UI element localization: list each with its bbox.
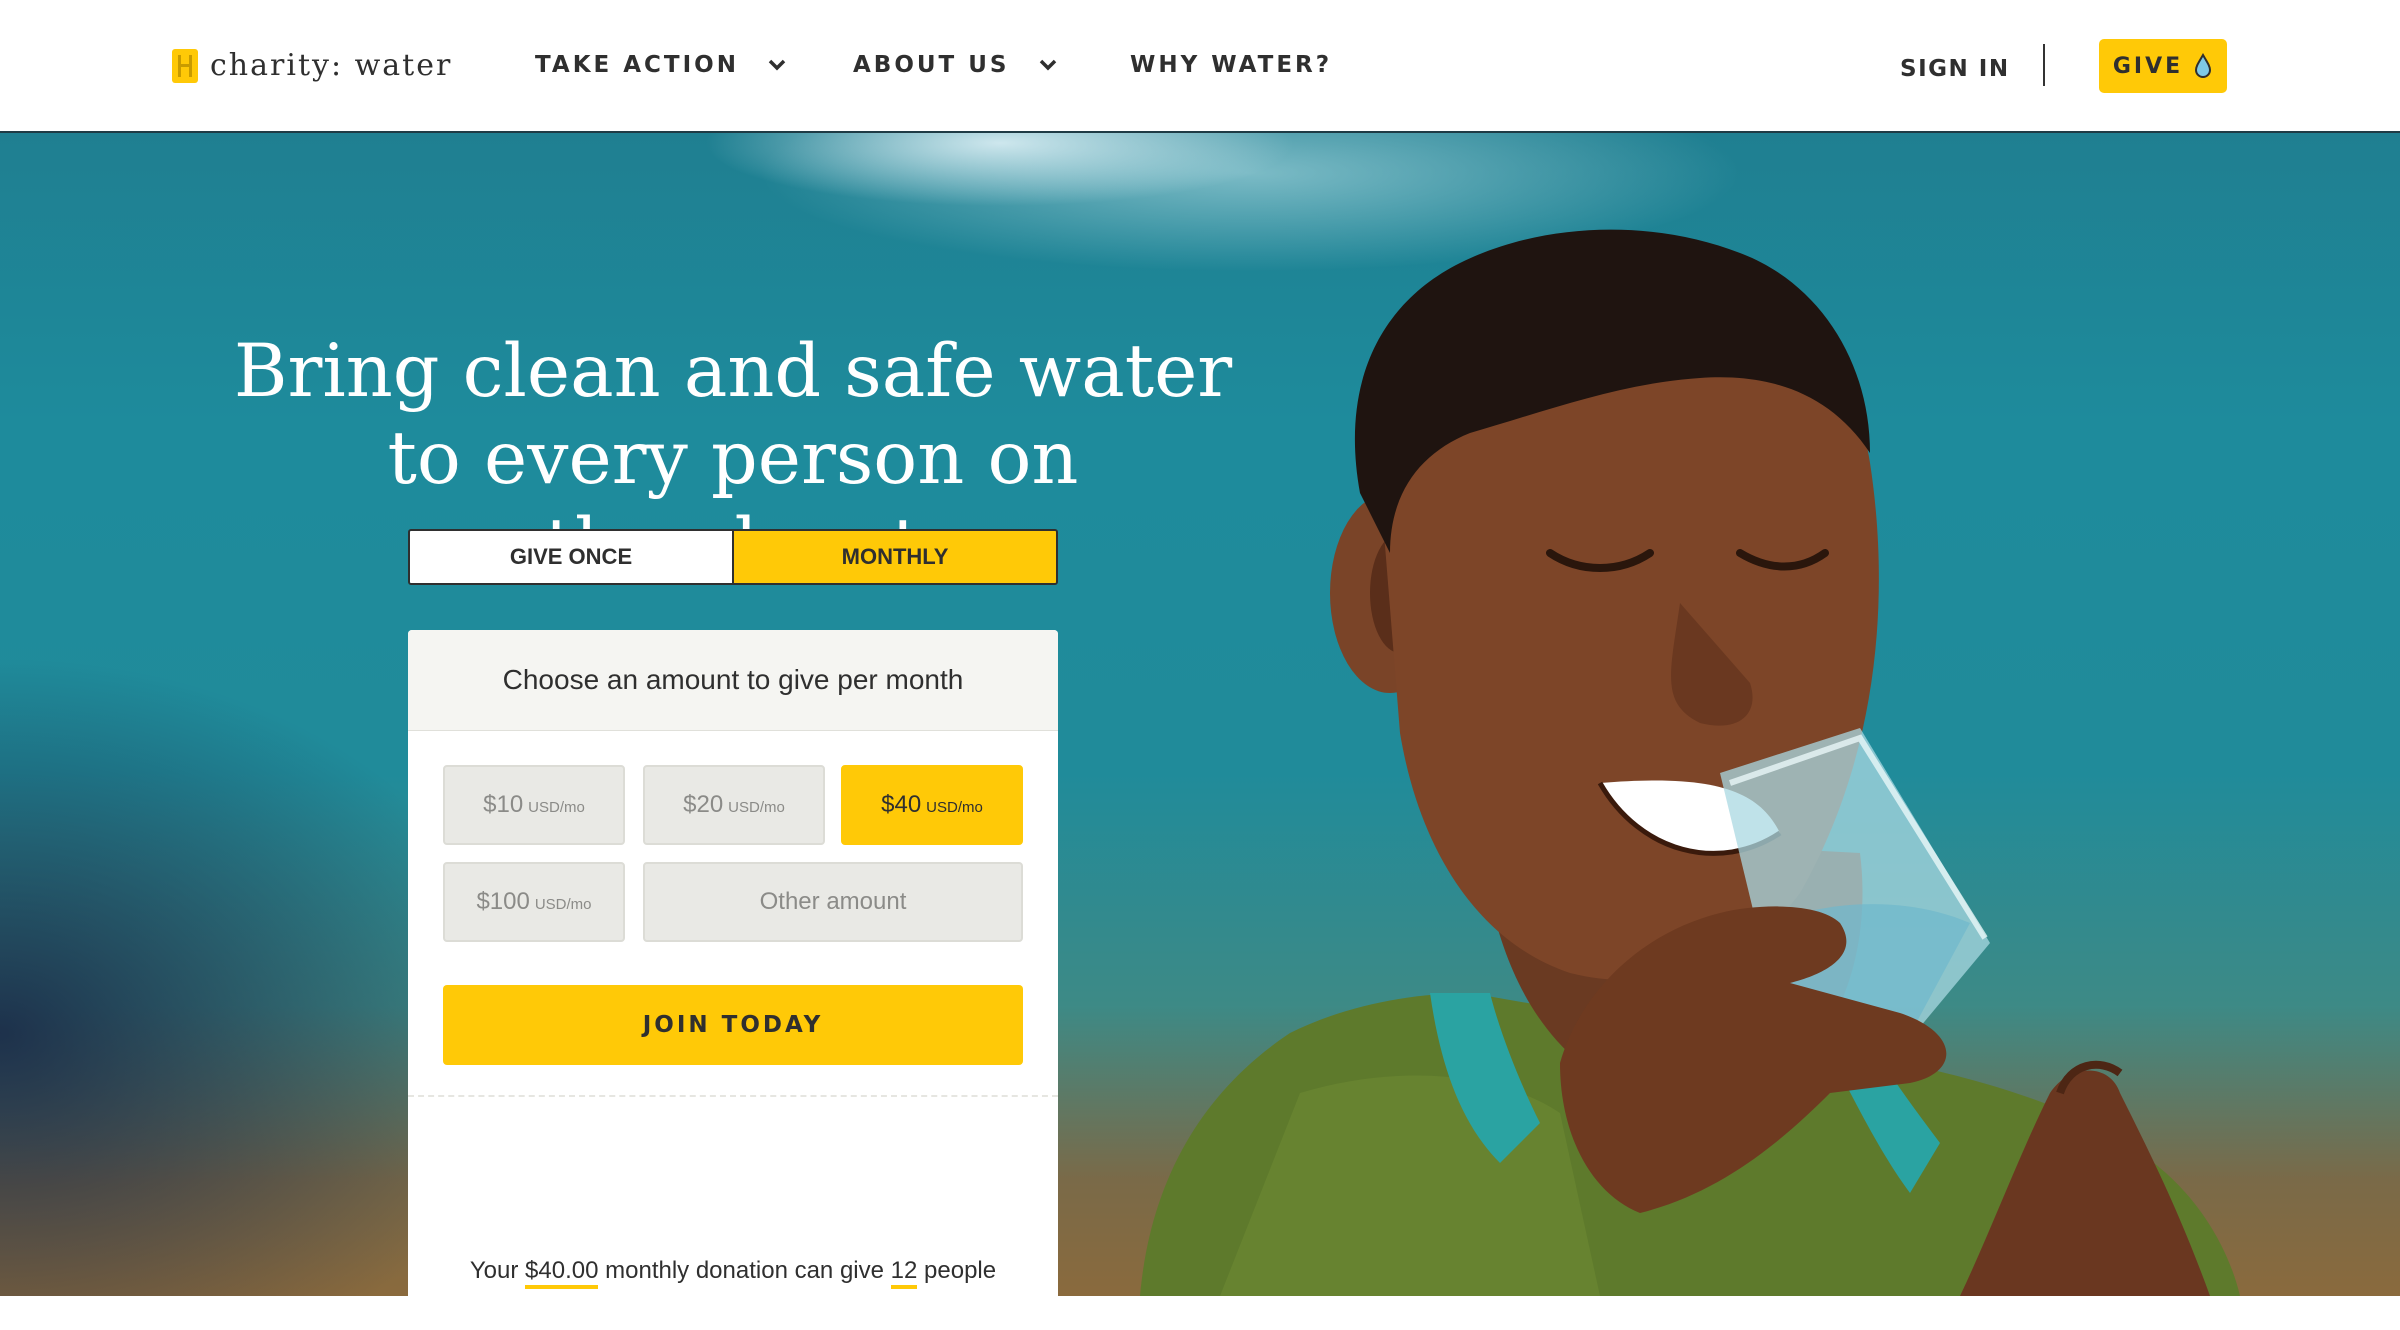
nav-why-water-label: WHY WATER? [1130,52,1333,78]
nav-take-action[interactable]: TAKE ACTION [535,52,787,78]
amount-value: $20 [683,791,724,818]
logo-text: charity: water [210,48,453,83]
amount-unit: USD/mo [528,798,585,816]
site-header: charity: water TAKE ACTION ABOUT US WHY … [0,0,2400,133]
header-divider [2043,44,2045,86]
amount-option-10[interactable]: $10 USD/mo [443,765,625,845]
give-button[interactable]: GIVE [2099,39,2227,93]
hero-photo-boy-drinking-water [1140,229,2240,1296]
amount-option-40[interactable]: $40 USD/mo [841,765,1023,845]
sign-in-link[interactable]: SIGN IN [1900,56,2010,82]
chevron-down-icon [768,59,786,71]
give-button-label: GIVE [2112,53,2184,79]
logo[interactable]: charity: water [172,48,452,83]
amount-value: $10 [483,791,524,818]
impact-suffix: people [924,1257,997,1284]
amount-unit: USD/mo [534,895,592,913]
impact-prefix: Your [469,1257,519,1284]
nav-about-us[interactable]: ABOUT US [853,52,1058,78]
frequency-toggle: GIVE ONCE MONTHLY [408,529,1058,585]
donation-card: Choose an amount to give per month $10 US… [408,630,1058,1330]
jerrycan-logo-icon [172,48,198,83]
monthly-tab[interactable]: MONTHLY [734,531,1056,583]
nav-about-us-label: ABOUT US [853,52,1010,78]
impact-middle: monthly donation can give [605,1257,884,1284]
hero-section: Bring clean and safe water to every pers… [0,133,2400,1296]
amount-option-20[interactable]: $20 USD/mo [643,765,825,845]
impact-people-count: 12 [890,1257,918,1289]
amount-value: $100 [476,888,530,915]
impact-amount: $40.00 [525,1257,599,1289]
card-divider [408,1095,1058,1097]
chevron-down-icon [1039,59,1056,71]
amount-unit: USD/mo [926,798,983,816]
amount-value: $40 [881,791,922,818]
other-amount-input[interactable]: Other amount [643,862,1023,942]
nav-take-action-label: TAKE ACTION [535,52,739,78]
give-once-tab[interactable]: GIVE ONCE [410,531,734,583]
headline-line-1: Bring clean and safe water [233,329,1233,414]
impact-text: Your $40.00 monthly donation can give 12… [408,1257,1058,1289]
water-drop-icon [2195,53,2212,78]
card-title: Choose an amount to give per month [408,630,1058,731]
nav-why-water[interactable]: WHY WATER? [1130,52,1332,78]
join-today-button[interactable]: JOIN TODAY [443,985,1023,1065]
amount-unit: USD/mo [728,798,785,816]
amount-option-100[interactable]: $100 USD/mo [443,862,625,942]
headline-line-2: to every person on [387,416,1079,501]
